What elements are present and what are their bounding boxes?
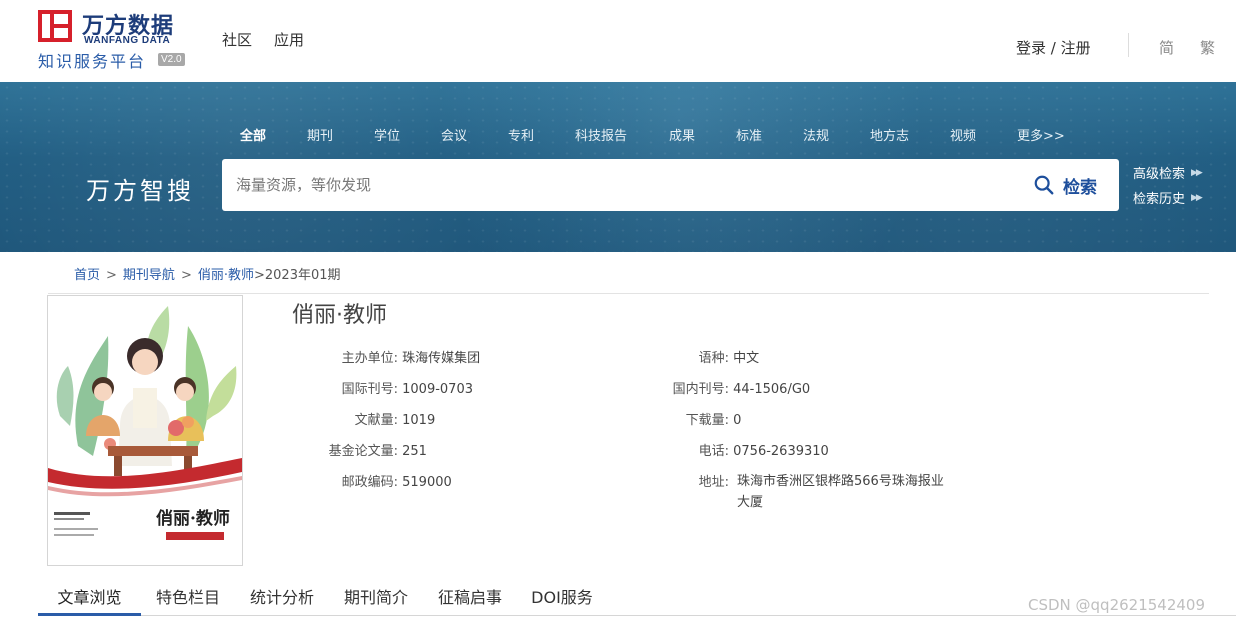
info-address: 地址: [651, 471, 729, 490]
advanced-search-label: 高级检索 [1133, 167, 1186, 182]
cn-label: 国内刊号: [672, 382, 729, 397]
search-box: 检索 [222, 159, 1119, 211]
breadcrumb-home[interactable]: 首页 [74, 268, 100, 283]
info-phone: 电话: 0756-2639310 [651, 440, 829, 459]
breadcrumb-separator: > [180, 268, 192, 283]
tab-journal-intro[interactable]: 期刊简介 [329, 580, 423, 616]
breadcrumb-journal[interactable]: 俏丽·教师 [198, 268, 254, 283]
category-patent[interactable]: 专利 [508, 125, 575, 144]
logo-mark-icon [38, 10, 72, 42]
info-issn: 国际刊号: 1009-0703 [300, 378, 473, 397]
breadcrumb-separator: > [106, 268, 117, 283]
search-banner: 全部 期刊 学位 会议 专利 科技报告 成果 标准 法规 地方志 视频 更多>>… [0, 82, 1236, 252]
info-sponsor: 主办单位: 珠海传媒集团 [300, 347, 481, 366]
cover-title: 俏丽·教师 [156, 509, 230, 529]
tab-call-for-papers[interactable]: 征稿启事 [423, 580, 517, 616]
info-downloads: 下载量: 0 [651, 409, 742, 428]
sponsor-label: 主办单位: [341, 351, 398, 366]
tab-doi-service[interactable]: DOI服务 [517, 580, 607, 616]
info-cn: 国内刊号: 44-1506/G0 [651, 378, 811, 397]
nav-community[interactable]: 社区 [222, 29, 252, 50]
lang-traditional[interactable]: 繁 [1200, 37, 1215, 58]
category-conference[interactable]: 会议 [441, 125, 508, 144]
postcode-label: 邮政编码: [341, 475, 398, 490]
search-button-label: 检索 [1063, 177, 1097, 198]
issn-value: 1009-0703 [402, 382, 473, 397]
phone-value: 0756-2639310 [733, 444, 829, 459]
sponsor-value: 珠海传媒集团 [402, 351, 481, 366]
search-input[interactable] [236, 172, 996, 198]
downloads-label: 下载量: [685, 413, 729, 428]
cn-value: 44-1506/G0 [733, 382, 811, 397]
fund-label: 基金论文量: [328, 444, 398, 459]
category-journal[interactable]: 期刊 [307, 125, 374, 144]
category-more[interactable]: 更多>> [1017, 125, 1065, 144]
breadcrumb-journal-nav[interactable]: 期刊导航 [123, 268, 175, 283]
downloads-value: 0 [733, 413, 742, 428]
wanfang-logo[interactable]: 万方数据 WANFANG DATA 知识服务平台 V2.0 [38, 8, 198, 72]
top-header: 万方数据 WANFANG DATA 知识服务平台 V2.0 社区 应用 登录 /… [0, 0, 1236, 82]
nav-apps[interactable]: 应用 [274, 29, 304, 50]
address-value: 珠海市香洲区银桦路566号珠海报业大厦 [737, 474, 944, 510]
category-tech-report[interactable]: 科技报告 [575, 125, 669, 144]
search-history-link[interactable]: 检索历史 ▶▶ [1133, 188, 1203, 207]
double-chevron-right-icon: ▶▶ [1191, 167, 1203, 178]
search-history-label: 检索历史 [1133, 192, 1186, 207]
category-standard[interactable]: 标准 [736, 125, 803, 144]
watermark: CSDN @qq2621542409 [1028, 596, 1206, 614]
tab-featured-columns[interactable]: 特色栏目 [141, 580, 235, 616]
issn-label: 国际刊号: [341, 382, 398, 397]
breadcrumb: 首页 > 期刊导航 > 俏丽·教师>2023年01期 [74, 264, 341, 283]
header-divider [1128, 33, 1129, 57]
search-icon [1034, 175, 1054, 195]
search-brand: 万方智搜 [86, 177, 194, 205]
login-register-link[interactable]: 登录 / 注册 [1016, 37, 1091, 58]
version-badge: V2.0 [158, 53, 185, 66]
search-button[interactable]: 检索 [1033, 171, 1097, 199]
category-all[interactable]: 全部 [240, 125, 307, 144]
logo-subtitle: 知识服务平台 [38, 52, 147, 71]
docs-value: 1019 [402, 413, 436, 428]
logo-name-en: WANFANG DATA [84, 35, 171, 46]
category-video[interactable]: 视频 [950, 125, 1017, 144]
search-category-tabs: 全部 期刊 学位 会议 专利 科技报告 成果 标准 法规 地方志 视频 更多>> [240, 125, 1065, 144]
tab-statistics[interactable]: 统计分析 [235, 580, 329, 616]
postcode-value: 519000 [402, 475, 452, 490]
language-value: 中文 [733, 351, 760, 366]
docs-label: 文献量: [354, 413, 398, 428]
info-docs: 文献量: 1019 [300, 409, 436, 428]
info-fund: 基金论文量: 251 [300, 440, 427, 459]
category-local-chronicle[interactable]: 地方志 [870, 125, 950, 144]
journal-title: 俏丽·教师 [292, 303, 387, 328]
breadcrumb-divider [48, 293, 1209, 294]
double-chevron-right-icon: ▶▶ [1191, 192, 1203, 203]
tab-article-browse[interactable]: 文章浏览 [38, 580, 141, 616]
category-achievement[interactable]: 成果 [669, 125, 736, 144]
info-language: 语种: 中文 [651, 347, 760, 366]
category-law[interactable]: 法规 [803, 125, 870, 144]
fund-value: 251 [402, 444, 427, 459]
journal-cover: 俏丽·教师 [47, 295, 243, 566]
language-label: 语种: [698, 351, 729, 366]
info-postcode: 邮政编码: 519000 [300, 471, 452, 490]
lang-simplified[interactable]: 简 [1159, 37, 1174, 58]
breadcrumb-issue: >2023年01期 [253, 268, 341, 283]
phone-label: 电话: [698, 444, 729, 459]
top-nav: 社区 应用 [222, 29, 304, 50]
address-label: 地址: [698, 475, 729, 490]
category-thesis[interactable]: 学位 [374, 125, 441, 144]
advanced-search-link[interactable]: 高级检索 ▶▶ [1133, 163, 1203, 182]
